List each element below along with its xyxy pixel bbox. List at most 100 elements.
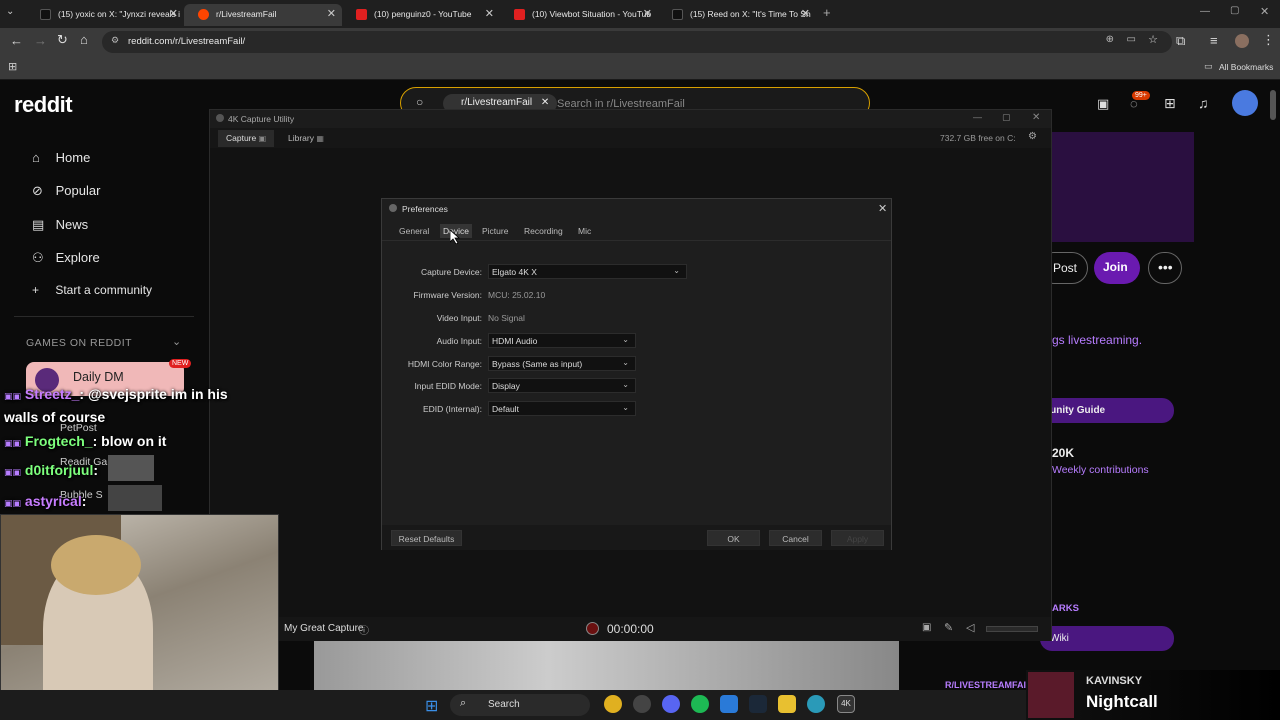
close-icon[interactable]: ✕: [643, 7, 652, 20]
track-title: Nightcall: [1086, 692, 1158, 711]
browser-tab[interactable]: (10) Viewbot Situation - YouTub ✕: [500, 4, 658, 26]
join-button[interactable]: Join: [1094, 252, 1140, 284]
sidebar-item-popular[interactable]: ⊘ Popular: [32, 183, 100, 199]
bookmarks-heading: ARKS: [1052, 603, 1079, 614]
capture-name[interactable]: My Great Capture: [284, 623, 363, 634]
spotify-icon[interactable]: [691, 695, 709, 713]
mic-mute-icon[interactable]: ✎: [944, 621, 953, 634]
page-scrollbar[interactable]: [1270, 90, 1276, 120]
maximize-icon[interactable]: ▢: [1002, 112, 1011, 123]
speaker-icon[interactable]: ◁: [966, 621, 974, 634]
browser-tab[interactable]: (15) Reed on X: "It's Time To Sh ✕: [658, 4, 816, 26]
edid-internal-label: EDID (Internal):: [422, 404, 482, 414]
button-label: Apply: [846, 534, 869, 544]
user-avatar[interactable]: [1232, 90, 1258, 116]
sidebar-item-news[interactable]: ▤ News: [32, 217, 88, 233]
forward-icon[interactable]: →: [34, 33, 47, 48]
media-icon[interactable]: ≡: [1210, 33, 1218, 48]
sidebar-item-home[interactable]: ⌂ Home: [32, 150, 90, 165]
all-bookmarks-link[interactable]: All Bookmarks: [1219, 62, 1273, 72]
more-options-icon[interactable]: •••: [1148, 252, 1182, 284]
chat-message: ▣▣ astyrical:: [4, 493, 87, 509]
cast-icon[interactable]: ▭: [1127, 34, 1136, 45]
apps-icon[interactable]: ⊞: [8, 60, 17, 73]
hdmi-color-range-select[interactable]: Bypass (Same as input) ⌄: [488, 356, 636, 371]
maximize-icon[interactable]: ▢: [1230, 5, 1239, 16]
apply-button[interactable]: Apply: [831, 530, 884, 546]
home-icon[interactable]: ⌂: [80, 32, 88, 47]
browser-tab[interactable]: (15) yoxic on X: "Jynxzi reveals i ✕: [26, 4, 184, 26]
chat-username: Streetz_: [24, 386, 80, 402]
sidebar-item-explore[interactable]: ⚇ Explore: [32, 250, 100, 266]
sidebar-item-start-community[interactable]: + Start a community: [32, 283, 152, 297]
profile-avatar[interactable]: [1235, 34, 1249, 48]
back-icon[interactable]: ←: [10, 33, 23, 48]
menu-icon[interactable]: ⋮: [1262, 32, 1275, 48]
edid-internal-select[interactable]: Default ⌄: [488, 401, 636, 416]
minimize-icon[interactable]: —: [973, 112, 982, 122]
select-value: Bypass (Same as input): [492, 359, 583, 369]
ok-button[interactable]: OK: [707, 530, 760, 546]
ad-icon[interactable]: ▣: [1097, 96, 1109, 112]
screenshot-icon[interactable]: ▣: [922, 622, 931, 633]
reddit-logo[interactable]: reddit: [14, 92, 73, 118]
chrome-icon[interactable]: [604, 695, 622, 713]
volume-slider[interactable]: [986, 626, 1038, 632]
close-icon[interactable]: ✕: [1032, 112, 1040, 123]
extensions-icon[interactable]: ⧉: [1176, 33, 1185, 49]
minimize-icon[interactable]: —: [1200, 6, 1210, 17]
record-button[interactable]: [586, 622, 599, 635]
create-post-icon[interactable]: ⊞: [1164, 95, 1176, 112]
steam-icon[interactable]: [749, 695, 767, 713]
site-info-icon[interactable]: ⚙: [111, 35, 119, 46]
app-icon[interactable]: [633, 695, 651, 713]
app-icon[interactable]: [720, 695, 738, 713]
close-icon[interactable]: ✕: [801, 7, 810, 20]
notification-count-badge: 99+: [1132, 91, 1150, 100]
new-tab-icon[interactable]: +: [823, 5, 831, 20]
url-field[interactable]: ⚙ reddit.com/r/LivestreamFail/ ⊕ ▭ ☆: [102, 31, 1172, 53]
zoom-icon[interactable]: ⊕: [1106, 34, 1114, 45]
chat-text: walls of course: [4, 409, 106, 425]
input-edid-mode-select[interactable]: Display ⌄: [488, 378, 636, 393]
discord-icon[interactable]: [662, 695, 680, 713]
chip-label: r/LivestreamFail: [461, 97, 533, 108]
reset-defaults-button[interactable]: Reset Defaults: [391, 530, 462, 546]
community-guide-button[interactable]: nunity Guide: [1040, 398, 1174, 423]
close-icon[interactable]: ✕: [485, 7, 494, 20]
preferences-title: Preferences: [402, 204, 448, 214]
games-section-header[interactable]: GAMES ON REDDIT: [26, 337, 132, 349]
wiki-button[interactable]: Wiki: [1040, 626, 1174, 651]
4k-capture-taskbar-icon[interactable]: 4K: [837, 695, 855, 713]
close-icon[interactable]: ✕: [169, 7, 178, 20]
audio-input-select[interactable]: HDMI Audio ⌄: [488, 333, 636, 348]
taskbar-search[interactable]: ⌕ Search: [450, 694, 590, 716]
app-icon: [389, 204, 397, 212]
tab-library[interactable]: Library ▦: [280, 130, 332, 147]
audio-input-label: Audio Input:: [436, 336, 482, 346]
browser-tab-active[interactable]: r/LivestreamFail ✕: [184, 4, 342, 26]
bookmark-star-icon[interactable]: ☆: [1148, 33, 1158, 46]
windows-start-icon[interactable]: ⊞: [425, 696, 438, 716]
info-icon[interactable]: ⓘ: [359, 622, 369, 637]
tab-recording[interactable]: Recording: [524, 226, 563, 236]
capture-device-select[interactable]: Elgato 4K X ⌄: [488, 264, 687, 279]
app-icon[interactable]: [807, 695, 825, 713]
close-icon[interactable]: ✕: [327, 7, 336, 20]
close-window-icon[interactable]: ✕: [1260, 5, 1269, 18]
chevron-down-icon[interactable]: ⌄: [172, 335, 181, 348]
tab-search-icon[interactable]: ⌄: [6, 6, 14, 17]
tab-picture[interactable]: Picture: [482, 226, 508, 236]
gear-icon[interactable]: ⚙: [1028, 131, 1037, 142]
reload-icon[interactable]: ↻: [57, 32, 68, 48]
close-icon[interactable]: ✕: [878, 202, 887, 215]
cancel-button[interactable]: Cancel: [769, 530, 822, 546]
browser-tab[interactable]: (10) penguinz0 - YouTube ✕: [342, 4, 500, 26]
preferences-header: Preferences ✕: [382, 199, 891, 219]
bell-icon[interactable]: ♫: [1198, 95, 1209, 111]
tab-general[interactable]: General: [399, 226, 429, 236]
tab-mic[interactable]: Mic: [578, 226, 591, 236]
chip-close-icon[interactable]: ✕: [541, 97, 549, 108]
tab-capture[interactable]: Capture ▣: [218, 130, 275, 147]
notepad-icon[interactable]: [778, 695, 796, 713]
